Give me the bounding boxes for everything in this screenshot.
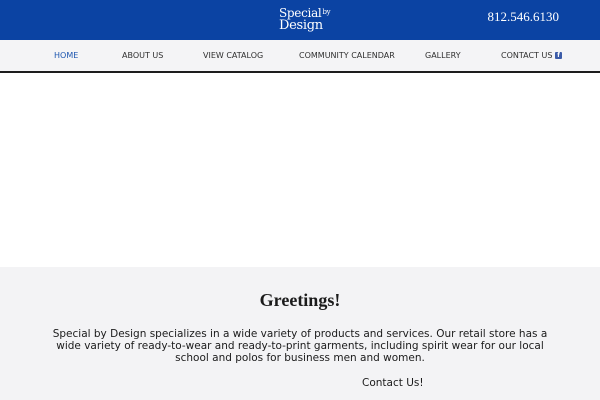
greeting-section: Greetings! Special by Design specializes… <box>0 267 600 400</box>
phone-number[interactable]: 812.546.6130 <box>488 10 560 24</box>
logo-text-by: by <box>322 8 331 16</box>
nav-item-contact-us[interactable]: CONTACT US <box>501 51 552 61</box>
greeting-description: Special by Design specializes in a wide … <box>52 328 548 364</box>
facebook-icon[interactable]: f <box>555 52 562 59</box>
site-logo[interactable]: Specialby Design <box>276 5 331 35</box>
hero-banner <box>0 75 600 267</box>
logo-text-design: Design <box>279 18 323 33</box>
contact-us-link[interactable]: Contact Us! <box>362 377 424 389</box>
nav-item-view-catalog[interactable]: VIEW CATALOG <box>203 51 263 61</box>
nav-item-community-calendar[interactable]: COMMUNITY CALENDAR <box>299 51 395 61</box>
nav-item-home[interactable]: HOME <box>54 51 78 61</box>
main-navigation: HOME ABOUT US VIEW CATALOG COMMUNITY CAL… <box>0 40 600 73</box>
top-header-bar: Specialby Design 812.546.6130 <box>0 0 600 40</box>
nav-item-gallery[interactable]: GALLERY <box>425 51 461 61</box>
nav-item-about-us[interactable]: ABOUT US <box>122 51 163 61</box>
greeting-heading: Greetings! <box>259 290 341 310</box>
